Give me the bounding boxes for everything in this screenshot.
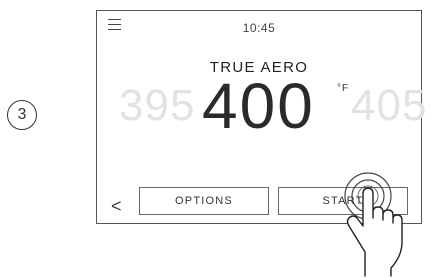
temperature-previous-option[interactable]: 395: [119, 81, 195, 131]
clock-time: 10:45: [242, 21, 276, 35]
tap-hand-icon: [344, 172, 403, 277]
temperature-unit: °F: [337, 83, 350, 94]
temperature-next-option[interactable]: 405: [351, 81, 427, 131]
step-number-badge: 3: [7, 100, 37, 130]
temperature-current-value[interactable]: 400: [202, 69, 315, 143]
options-button[interactable]: OPTIONS: [139, 187, 269, 215]
chevron-left-icon[interactable]: <: [111, 197, 122, 215]
